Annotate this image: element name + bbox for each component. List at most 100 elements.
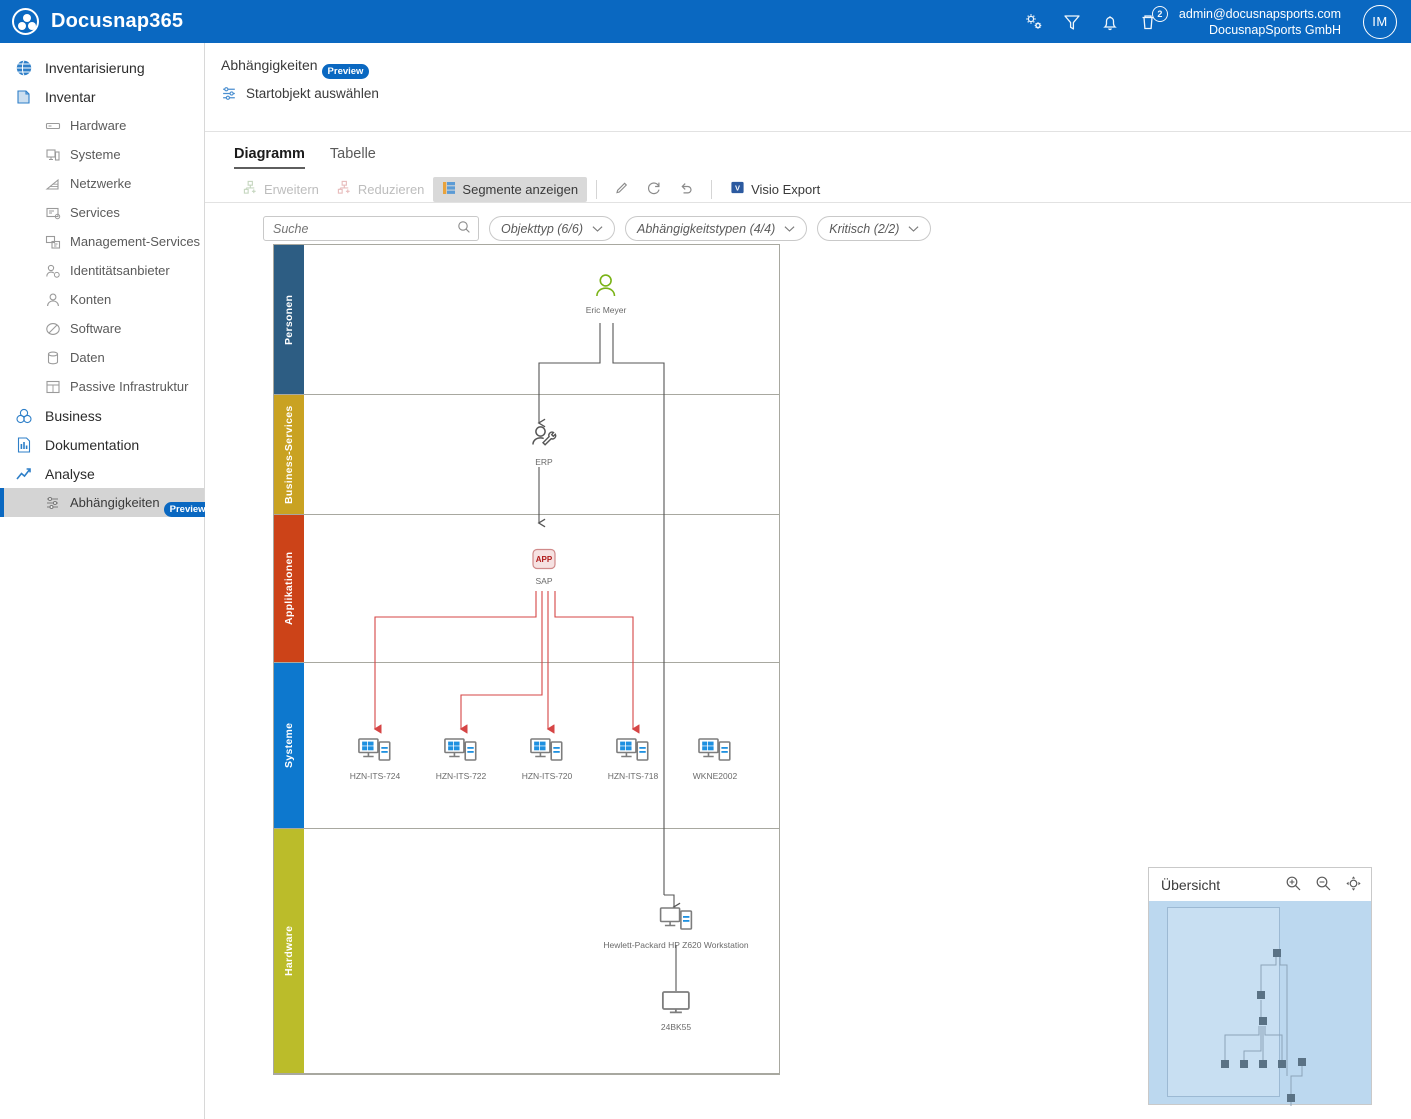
monitor-icon xyxy=(661,990,691,1019)
visio-export-button[interactable]: V Visio Export xyxy=(721,176,829,202)
zoom-in-icon[interactable] xyxy=(1285,875,1302,895)
user-email: admin@docusnapsports.com xyxy=(1178,6,1341,21)
management-services-icon xyxy=(44,233,61,251)
sidebar-item-label: Identitätsanbieter xyxy=(70,263,170,278)
user-org: DocusnapSports GmbH xyxy=(1208,22,1341,37)
windows-computer-icon xyxy=(616,737,650,768)
search-box[interactable] xyxy=(263,216,479,241)
sidebar-item-netzwerke[interactable]: Netzwerke xyxy=(0,169,204,198)
sidebar-item-analyse[interactable]: Analyse xyxy=(0,459,204,488)
sidebar-item-identitaetsanbieter[interactable]: Identitätsanbieter xyxy=(0,256,204,285)
node-label: Hewlett-Packard HP Z620 Workstation xyxy=(603,940,749,950)
start-object-selector[interactable]: Startobjekt auswählen xyxy=(221,85,1411,102)
sidebar-item-label: Netzwerke xyxy=(70,176,132,191)
chevron-down-icon xyxy=(908,222,919,236)
network-icon xyxy=(44,175,61,193)
search-input[interactable] xyxy=(271,220,457,237)
tab-tabelle[interactable]: Tabelle xyxy=(330,146,376,169)
notification-bell-icon[interactable] xyxy=(1099,11,1121,33)
sidebar-item-services[interactable]: Services xyxy=(0,198,204,227)
brand[interactable]: Docusnap365 xyxy=(0,8,183,35)
node-hzn-its-722[interactable]: HZN-ITS-722 xyxy=(435,737,487,781)
sliders-icon xyxy=(221,85,238,102)
sidebar-item-business[interactable]: Business xyxy=(0,401,204,430)
business-coins-icon xyxy=(14,407,34,425)
show-segments-button[interactable]: Segmente anzeigen xyxy=(433,176,588,202)
user-info[interactable]: admin@docusnapsports.com DocusnapSports … xyxy=(1179,6,1341,38)
breadcrumb: Abhängigkeiten Preview xyxy=(205,43,1411,79)
sidebar-item-konten[interactable]: Konten xyxy=(0,285,204,314)
undo-button[interactable] xyxy=(670,176,702,203)
globe-icon xyxy=(14,59,34,77)
node-hp-z620-workstation[interactable]: Hewlett-Packard HP Z620 Workstation xyxy=(603,906,749,950)
node-erp[interactable]: ERP xyxy=(531,425,557,467)
swimlane-business-services: Business-Services xyxy=(274,395,779,515)
filter-bar: Objekttyp (6/6) Abhängigkeitstypen (4/4)… xyxy=(205,203,1411,241)
tab-diagramm[interactable]: Diagramm xyxy=(234,146,305,169)
node-sap[interactable]: APP SAP xyxy=(530,548,558,586)
edit-button[interactable] xyxy=(606,176,638,203)
swimlane-label: Hardware xyxy=(283,925,295,977)
expand-button[interactable]: Erweitern xyxy=(234,176,328,202)
sidebar-item-label: Daten xyxy=(70,350,105,365)
visio-icon: V xyxy=(730,180,745,198)
dependency-diagram[interactable]: Personen Business-Services Applikationen… xyxy=(273,244,780,1075)
segments-label: Segmente anzeigen xyxy=(462,181,579,197)
app-icon: APP xyxy=(530,548,558,573)
fit-to-screen-icon[interactable] xyxy=(1345,875,1362,895)
windows-computer-icon xyxy=(358,737,392,768)
sidebar-item-label: Dokumentation xyxy=(45,436,140,453)
node-hzn-its-718[interactable]: HZN-ITS-718 xyxy=(607,737,659,781)
overview-minimap[interactable]: Übersicht xyxy=(1148,867,1372,1106)
node-label: HZN-ITS-720 xyxy=(521,771,573,781)
filter-label: Kritisch (2/2) xyxy=(829,221,900,236)
node-wkne2002[interactable]: WKNE2002 xyxy=(693,737,737,781)
search-magnifier-icon[interactable] xyxy=(457,220,471,237)
visio-label: Visio Export xyxy=(751,181,821,197)
sidebar-item-management-services[interactable]: Management-Services xyxy=(0,227,204,256)
expand-label: Erweitern xyxy=(264,181,319,197)
filter-funnel-icon[interactable] xyxy=(1061,11,1083,33)
node-hzn-its-720[interactable]: HZN-ITS-720 xyxy=(521,737,573,781)
node-hzn-its-724[interactable]: HZN-ITS-724 xyxy=(350,737,400,781)
swimlane-applikationen: Applikationen xyxy=(274,515,779,663)
node-label: 24BK55 xyxy=(660,1022,692,1032)
sidebar-item-passive-infrastruktur[interactable]: Passive Infrastruktur xyxy=(0,372,204,401)
minimap-canvas[interactable] xyxy=(1149,901,1371,1106)
avatar[interactable]: IM xyxy=(1363,4,1397,39)
preview-badge: Preview xyxy=(321,64,370,79)
analysis-trend-icon xyxy=(14,465,34,483)
sidebar-item-inventarisierung[interactable]: Inventarisierung xyxy=(0,53,204,82)
node-label: HZN-ITS-722 xyxy=(435,771,487,781)
sidebar-item-dokumentation[interactable]: Dokumentation xyxy=(0,430,204,459)
node-24bk55[interactable]: 24BK55 xyxy=(661,990,691,1032)
passive-infrastructure-icon xyxy=(44,378,61,396)
sidebar-item-label: Inventarisierung xyxy=(45,59,145,76)
sidebar-item-abhaengigkeiten[interactable]: Abhängigkeiten Preview xyxy=(0,488,212,517)
objekttyp-filter[interactable]: Objekttyp (6/6) xyxy=(489,216,615,241)
data-cylinder-icon xyxy=(44,349,61,367)
sidebar-item-inventar[interactable]: Inventar xyxy=(0,82,204,111)
hardware-icon xyxy=(44,117,61,135)
abhaengigkeitstypen-filter[interactable]: Abhängigkeitstypen (4/4) xyxy=(624,216,808,241)
sidebar-item-daten[interactable]: Daten xyxy=(0,343,204,372)
sidebar-item-label: Management-Services xyxy=(70,234,201,249)
sidebar-item-software[interactable]: Software xyxy=(0,314,204,343)
swimlane-label: Applikationen xyxy=(283,551,295,626)
services-icon xyxy=(44,204,61,222)
refresh-button[interactable] xyxy=(638,176,670,203)
kritisch-filter[interactable]: Kritisch (2/2) xyxy=(817,216,932,241)
sidebar-item-label: Passive Infrastruktur xyxy=(70,379,189,394)
collapse-button[interactable]: Reduzieren xyxy=(328,176,434,202)
sidebar-item-systeme[interactable]: Systeme xyxy=(0,140,204,169)
sidebar-item-label: Inventar xyxy=(45,88,96,105)
node-label: Eric Meyer xyxy=(585,305,627,315)
node-label: HZN-ITS-718 xyxy=(607,771,659,781)
settings-gears-icon[interactable] xyxy=(1023,11,1045,33)
node-eric-meyer[interactable]: Eric Meyer xyxy=(585,273,627,315)
windows-computer-icon xyxy=(530,737,564,768)
minimap-header: Übersicht xyxy=(1149,868,1371,901)
zoom-out-icon[interactable] xyxy=(1315,875,1332,895)
trash-icon[interactable]: 2 xyxy=(1137,5,1168,33)
sidebar-item-hardware[interactable]: Hardware xyxy=(0,111,204,140)
